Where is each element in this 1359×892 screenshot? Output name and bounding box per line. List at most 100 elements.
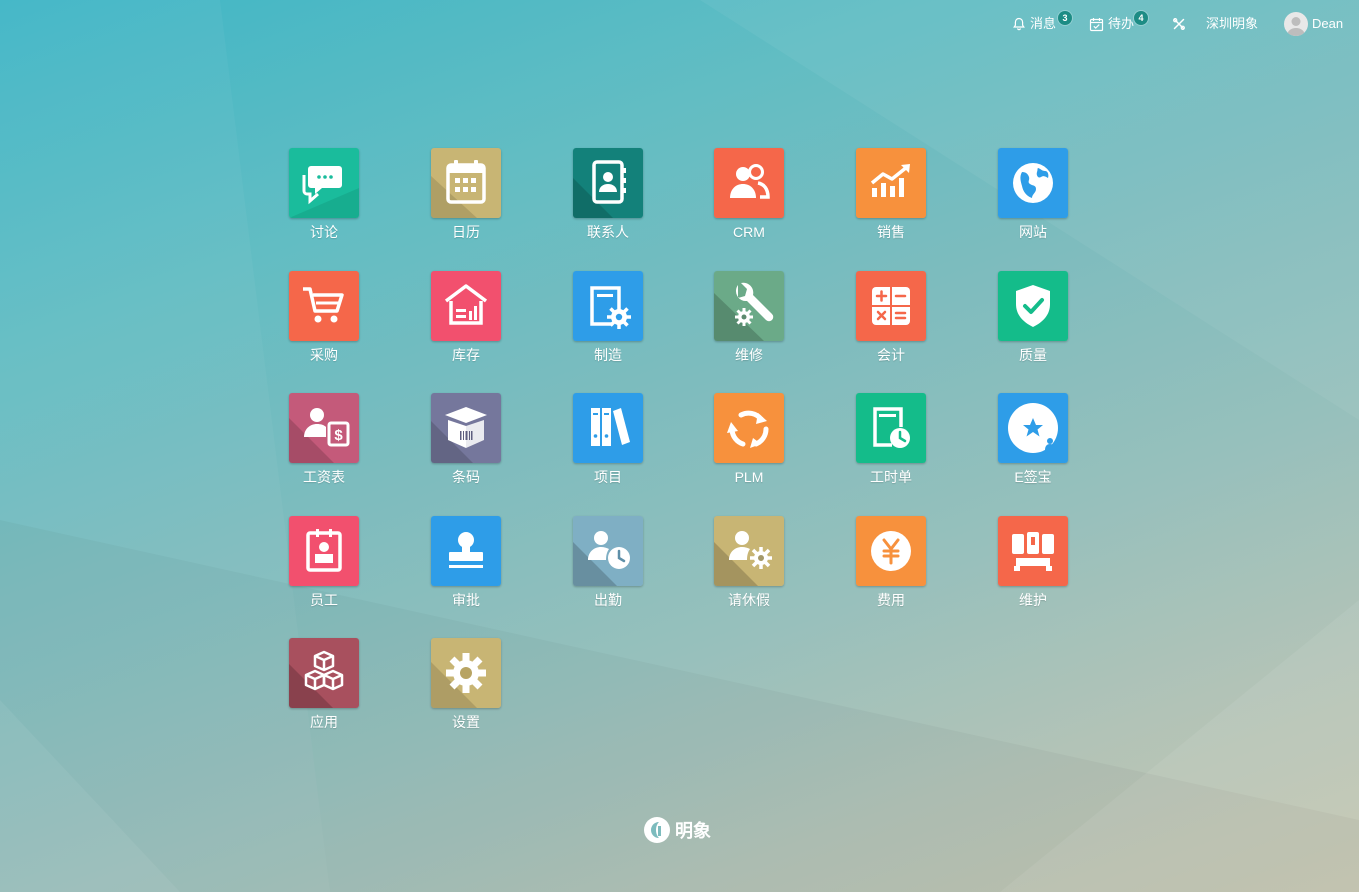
app-label: E签宝 [1014,469,1052,485]
todo-label: 待办 [1108,16,1135,31]
app-employees[interactable]: 员工 [289,516,359,609]
yen-coin-icon [871,531,911,571]
app-leave[interactable]: 请休假 [714,516,784,609]
globe-icon [1013,163,1053,203]
app-website[interactable]: 网站 [998,148,1068,241]
brand-name: 明象 [675,821,711,841]
app-sales[interactable]: 销售 [856,148,926,241]
app-label: 应用 [310,714,338,730]
app-payroll[interactable]: $ 工资表 [289,393,359,486]
app-label: 讨论 [310,224,338,240]
app-tile [856,393,926,463]
app-label: 质量 [1019,347,1047,363]
stamp-icon [449,532,483,568]
wrench-gear-icon [735,282,774,326]
app-tile [573,271,643,341]
app-tile [573,393,643,463]
user-menu[interactable]: Dean [1284,11,1343,37]
app-label: 费用 [877,592,905,608]
recycle-icon [727,410,769,448]
app-purchase[interactable]: 采购 [289,271,359,364]
app-label: 项目 [594,469,622,485]
app-label: 日历 [452,224,480,240]
sales-chart-icon [870,164,910,197]
app-discuss[interactable]: 讨论 [289,148,359,241]
app-label: 维护 [1019,592,1047,608]
app-tile [998,271,1068,341]
app-accounting[interactable]: 会计 [856,271,926,364]
app-tile [431,148,501,218]
app-approval[interactable]: 审批 [431,516,501,609]
top-navbar: 消息 3 待办 4 深圳明象 Dean [0,0,1359,48]
app-label: 会计 [877,347,905,363]
app-label: PLM [734,469,764,485]
app-inventory[interactable]: 库存 [431,271,501,364]
app-barcode[interactable]: 条码 [431,393,501,486]
app-label: 条码 [452,469,480,485]
app-tile [289,638,359,708]
app-maintenance[interactable]: 维护 [998,516,1068,609]
app-calendar[interactable]: 日历 [431,148,501,241]
manufacturing-icon [590,286,631,329]
warehouse-icon [444,284,488,325]
barcode-box-icon [445,407,487,448]
attendance-icon [588,531,630,569]
app-quality[interactable]: 质量 [998,271,1068,364]
app-tile [431,393,501,463]
tools-icon [1173,18,1185,30]
app-tile [714,148,784,218]
maintenance-icon [1012,532,1054,571]
shield-check-icon [1016,285,1050,327]
payroll-icon: $ [304,408,350,447]
todo-menu[interactable]: 待办 4 [1089,11,1148,34]
app-tile [431,516,501,586]
calendar-check-icon [1089,17,1104,31]
app-tile [289,271,359,341]
app-tile: $ [289,393,359,463]
app-tile [714,271,784,341]
app-label: 出勤 [594,592,622,608]
app-apps[interactable]: 应用 [289,638,359,731]
brand-logo-icon [644,817,670,843]
app-tile [431,638,501,708]
app-plm[interactable]: PLM [714,393,784,486]
app-tile [856,516,926,586]
app-label: 设置 [452,714,480,730]
e-sign-icon [1008,403,1058,453]
messages-menu[interactable]: 消息 3 [1012,11,1072,34]
debug-tools-toggle[interactable] [1172,14,1186,34]
app-tile [289,148,359,218]
calculator-icon [872,287,910,325]
timesheet-icon [873,407,910,448]
app-tile [573,516,643,586]
app-label: 网站 [1019,224,1047,240]
app-expenses[interactable]: 费用 [856,516,926,609]
app-settings[interactable]: 设置 [431,638,501,731]
app-repair[interactable]: 维修 [714,271,784,364]
svg-text:$: $ [334,427,343,444]
company-switcher[interactable]: 深圳明象 [1206,14,1258,34]
app-tile [856,148,926,218]
app-esign[interactable]: E签宝 [998,393,1068,486]
app-tile [289,516,359,586]
app-tile [714,393,784,463]
company-name: 深圳明象 [1206,16,1259,31]
todo-count-badge: 4 [1134,11,1148,25]
app-crm[interactable]: CRM [714,148,784,241]
app-tile [431,271,501,341]
avatar [1284,12,1308,36]
app-timesheet[interactable]: 工时单 [856,393,926,486]
app-tile [714,516,784,586]
app-label: 工时单 [870,469,912,485]
app-project[interactable]: 项目 [573,393,643,486]
app-label: 销售 [877,224,905,240]
app-contacts[interactable]: 联系人 [573,148,643,241]
app-label: 工资表 [303,469,345,485]
app-attendance[interactable]: 出勤 [573,516,643,609]
app-label: CRM [733,224,765,240]
app-tile [856,271,926,341]
user-silhouette-icon [1287,17,1305,36]
cubes-icon [304,650,344,691]
app-label: 维修 [735,347,763,363]
app-manufacturing[interactable]: 制造 [573,271,643,364]
